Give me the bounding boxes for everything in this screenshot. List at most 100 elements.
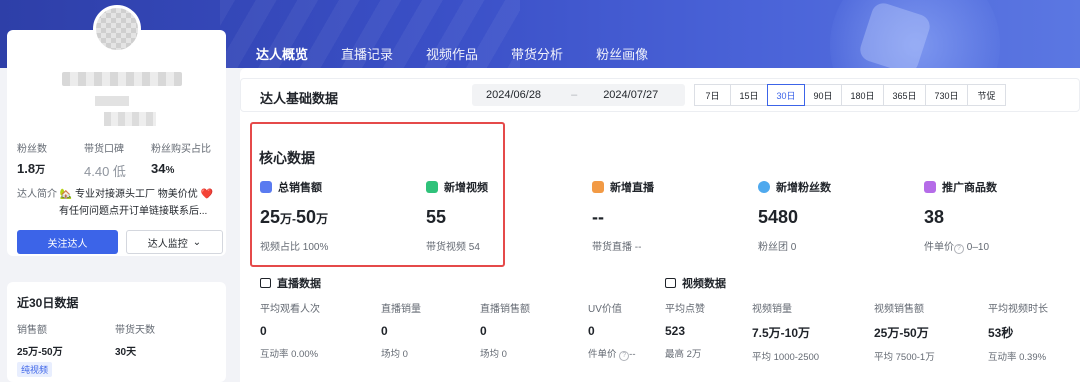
main-panel: 达人基础数据 2024/06/28 – 2024/07/27 7日 15日 30… xyxy=(240,68,1080,382)
main-tabs: 达人概览 直播记录 视频作品 带货分析 粉丝画像 xyxy=(256,44,648,71)
date-start: 2024/06/28 xyxy=(486,89,542,101)
live-camera-icon xyxy=(260,278,271,288)
stat-sub: 件单价 ? -- xyxy=(588,349,636,361)
metric-value: 25万-50万 xyxy=(260,207,329,227)
metric-value: -- xyxy=(592,207,604,227)
stat-label: 带货天数 xyxy=(115,325,155,336)
metric-label: 推广商品数 xyxy=(942,182,997,194)
tab-fan-profile[interactable]: 粉丝画像 xyxy=(596,44,648,71)
stat-label: 直播销售额 xyxy=(480,304,530,315)
stat-label: 平均观看人次 xyxy=(260,304,320,315)
metric-head: 推广商品数 xyxy=(924,179,997,195)
metric-new-videos: 新增视频 55 带货视频 54 xyxy=(426,179,488,253)
fans-icon xyxy=(758,181,770,193)
range-30d[interactable]: 30日 xyxy=(767,84,805,106)
blurred-info xyxy=(95,96,129,106)
stat-value: 7.5万-10万 xyxy=(752,326,811,340)
stat-value: 4.40 低 xyxy=(84,164,126,179)
help-icon[interactable]: ? xyxy=(619,351,630,361)
stat-value: 0 xyxy=(381,324,388,338)
stat-value: 34% xyxy=(151,161,175,176)
recent-title: 近30日数据 xyxy=(17,296,79,310)
metric-label: 新增视频 xyxy=(444,182,488,194)
stat-buy-ratio: 粉丝购买占比 34% xyxy=(151,140,218,180)
video-stat: 平均视频时长 53秒 互动率 0.39% xyxy=(988,300,1048,363)
recent-stats: 销售额 25万-50万 纯视频 带货天数 30天 xyxy=(17,321,216,378)
intro-text: 有任何问题点开订单链接联系后... xyxy=(59,206,208,217)
tag-badge: 纯视频 xyxy=(17,362,53,377)
live-stat: 直播销量 0 场均 0 xyxy=(381,300,421,360)
metric-sub: 件单价? 0–10 xyxy=(924,242,990,254)
metric-sub: 带货直播 -- xyxy=(592,242,642,253)
section-label: 直播数据 xyxy=(277,278,321,290)
metric-value: 5480 xyxy=(758,207,799,227)
help-icon[interactable]: ? xyxy=(954,244,964,254)
metric-sub: 粉丝团 0 xyxy=(758,242,797,253)
metric-sub: 视频占比 100% xyxy=(260,242,329,253)
monitor-dropdown[interactable]: 达人监控 ⌄ xyxy=(126,230,223,254)
stat-value: 30天 xyxy=(115,347,137,358)
live-stat: 平均观看人次 0 互动率 0.00% xyxy=(260,300,320,360)
section-label: 视频数据 xyxy=(682,278,726,290)
tab-videos[interactable]: 视频作品 xyxy=(426,44,478,71)
stat-label: 平均视频时长 xyxy=(988,304,1048,315)
range-90d[interactable]: 90日 xyxy=(804,84,842,106)
video-stat: 视频销量 7.5万-10万 平均 1000-2500 xyxy=(752,300,819,363)
profile-intro: 达人简介 🏡 专业对接源头工厂 物美价优 ❤️ 有任何问题点开订单链接联系后..… xyxy=(17,186,222,220)
live-data-title: 直播数据 xyxy=(260,275,321,291)
stat-value: 0 xyxy=(480,324,487,338)
video-stat: 视频销售额 25万-50万 平均 7500-1万 xyxy=(874,300,935,363)
range-15d[interactable]: 15日 xyxy=(730,84,768,106)
blurred-name xyxy=(62,72,182,86)
stat-label: 销售额 xyxy=(17,325,47,336)
core-data-title: 核心数据 xyxy=(259,150,315,166)
range-7d[interactable]: 7日 xyxy=(694,84,731,106)
profile-card: 粉丝数 1.8万 带货口碑 4.40 低 粉丝购买占比 34% 达人简介 🏡 专… xyxy=(7,30,226,256)
metric-value: 38 xyxy=(924,207,945,227)
tab-overview[interactable]: 达人概览 xyxy=(256,44,309,71)
recent-stat: 销售额 25万-50万 纯视频 xyxy=(17,321,115,378)
video-icon xyxy=(426,181,438,193)
tab-live-records[interactable]: 直播记录 xyxy=(341,44,393,71)
metric-head: 新增直播 xyxy=(592,179,654,195)
stat-value: 0 xyxy=(260,324,267,338)
range-promo[interactable]: 节促 xyxy=(967,84,1006,106)
metric-head: 总销售额 xyxy=(260,179,328,195)
stat-label: 粉丝数 xyxy=(17,144,47,155)
range-buttons: 7日 15日 30日 90日 180日 365日 730日 节促 xyxy=(694,84,1006,106)
profile-stats: 粉丝数 1.8万 带货口碑 4.40 低 粉丝购买占比 34% xyxy=(17,140,218,180)
stat-label: 视频销量 xyxy=(752,304,792,315)
stat-sub: 平均 7500-1万 xyxy=(874,352,935,363)
stat-sub: 最高 2万 xyxy=(665,349,702,360)
stat-label: 平均点赞 xyxy=(665,304,705,315)
range-730d[interactable]: 730日 xyxy=(925,84,968,106)
date-separator: – xyxy=(571,89,578,101)
range-365d[interactable]: 365日 xyxy=(883,84,926,106)
metric-promoted-products: 推广商品数 38 件单价? 0–10 xyxy=(924,179,997,254)
metric-new-live: 新增直播 -- 带货直播 -- xyxy=(592,179,654,253)
stat-value: 25万-50万 xyxy=(17,347,63,358)
tab-sales-analysis[interactable]: 带货分析 xyxy=(511,44,563,71)
metric-label: 新增粉丝数 xyxy=(776,182,831,194)
stat-label: 粉丝购买占比 xyxy=(151,144,211,155)
metric-value: 55 xyxy=(426,207,447,227)
video-stat: 平均点赞 523 最高 2万 xyxy=(665,300,705,360)
stat-sub: 平均 1000-2500 xyxy=(752,352,820,363)
range-180d[interactable]: 180日 xyxy=(841,84,884,106)
metric-total-sales: 总销售额 25万-50万 视频占比 100% xyxy=(260,179,328,253)
calendar-icon xyxy=(665,278,676,288)
section-title: 达人基础数据 xyxy=(260,91,339,106)
avatar xyxy=(93,5,141,53)
metric-head: 新增粉丝数 xyxy=(758,179,831,195)
metric-head: 新增视频 xyxy=(426,179,488,195)
basic-data-toolbar: 达人基础数据 2024/06/28 – 2024/07/27 7日 15日 30… xyxy=(240,78,1080,112)
live-stat: 直播销售额 0 场均 0 xyxy=(480,300,530,360)
date-end: 2024/07/27 xyxy=(603,89,659,101)
metric-label: 新增直播 xyxy=(610,182,654,194)
recent-30-days-card: 近30日数据 销售额 25万-50万 纯视频 带货天数 30天 xyxy=(7,282,226,382)
intro-label: 达人简介 xyxy=(17,189,57,200)
chevron-down-icon: ⌄ xyxy=(192,236,202,248)
date-range-picker[interactable]: 2024/06/28 – 2024/07/27 xyxy=(472,84,685,106)
follow-button[interactable]: 关注达人 xyxy=(17,230,118,254)
stat-value: 1.8万 xyxy=(17,161,46,176)
